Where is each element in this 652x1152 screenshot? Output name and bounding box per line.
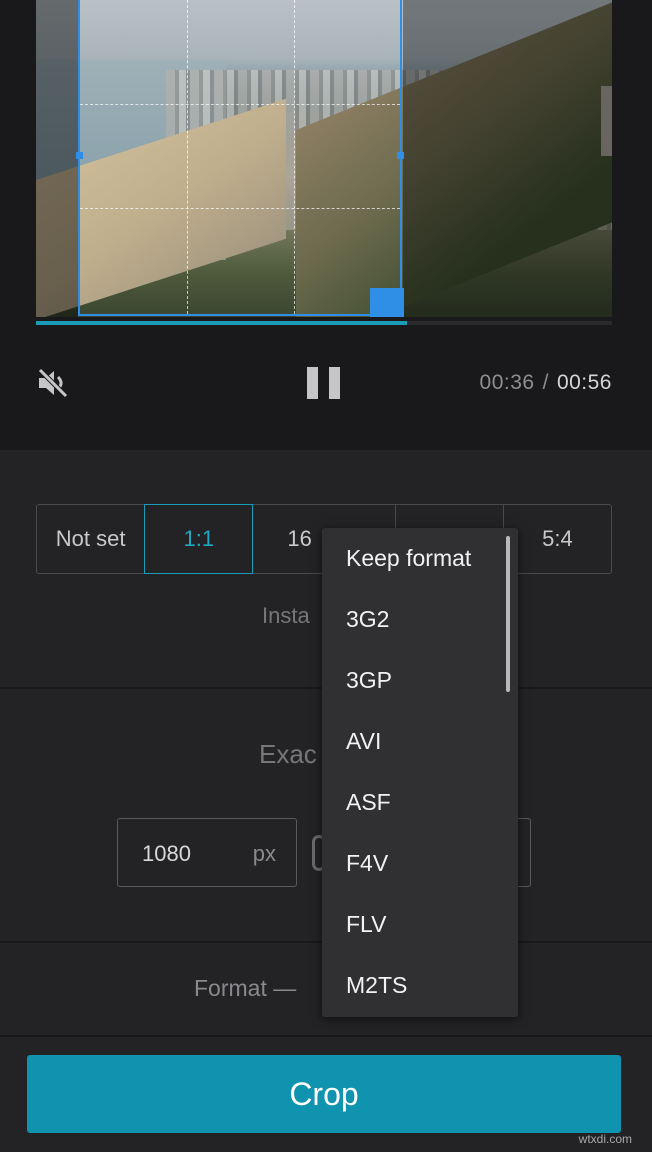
watermark: wtxdi.com bbox=[578, 1132, 632, 1146]
crop-button[interactable]: Crop bbox=[27, 1055, 621, 1133]
format-option-f4v[interactable]: F4V bbox=[346, 850, 388, 877]
crop-selection[interactable] bbox=[76, 0, 404, 317]
volume-muted-icon[interactable] bbox=[36, 366, 70, 400]
pause-icon[interactable] bbox=[307, 367, 341, 399]
time-separator: / bbox=[542, 371, 549, 394]
exact-size-label: Exac bbox=[259, 739, 317, 769]
progress-bar[interactable] bbox=[36, 321, 612, 325]
time-display: 00:36 / 00:56 bbox=[480, 371, 612, 395]
video-frame[interactable] bbox=[36, 0, 612, 317]
crop-grid-line bbox=[80, 208, 400, 209]
ratio-5-4[interactable]: 5:4 bbox=[502, 504, 613, 574]
format-dropdown: Keep format 3G2 3GP AVI ASF F4V FLV M2TS bbox=[322, 528, 518, 1017]
ratio-1-1[interactable]: 1:1 bbox=[144, 504, 254, 574]
crop-mask-right bbox=[403, 0, 612, 317]
format-option-3g2[interactable]: 3G2 bbox=[346, 606, 389, 633]
progress-fill bbox=[36, 321, 407, 325]
dropdown-scrollbar[interactable] bbox=[506, 536, 510, 692]
format-option-keep[interactable]: Keep format bbox=[346, 545, 471, 572]
crop-handle-right[interactable] bbox=[397, 152, 404, 159]
instant-label: Insta bbox=[262, 603, 310, 628]
crop-grid-line bbox=[187, 0, 188, 314]
format-label: Format — bbox=[194, 975, 297, 1001]
width-field[interactable]: 1080 px bbox=[117, 818, 297, 887]
width-unit: px bbox=[252, 841, 276, 866]
width-value: 1080 bbox=[142, 841, 191, 866]
crop-grid-line bbox=[80, 104, 400, 105]
crop-handle-left[interactable] bbox=[76, 152, 83, 159]
divider bbox=[0, 1035, 652, 1037]
current-time: 00:36 bbox=[479, 371, 535, 394]
format-option-avi[interactable]: AVI bbox=[346, 728, 381, 755]
crop-handle-corner[interactable] bbox=[370, 288, 404, 317]
duration: 00:56 bbox=[556, 371, 612, 394]
ratio-not-set[interactable]: Not set bbox=[36, 504, 146, 574]
crop-grid-line bbox=[294, 0, 295, 314]
crop-mask-left bbox=[36, 0, 78, 317]
format-option-m2ts[interactable]: M2TS bbox=[346, 972, 407, 999]
format-option-asf[interactable]: ASF bbox=[346, 789, 391, 816]
video-player: 00:36 / 00:56 bbox=[0, 0, 652, 450]
format-option-3gp[interactable]: 3GP bbox=[346, 667, 392, 694]
format-option-flv[interactable]: FLV bbox=[346, 911, 386, 938]
